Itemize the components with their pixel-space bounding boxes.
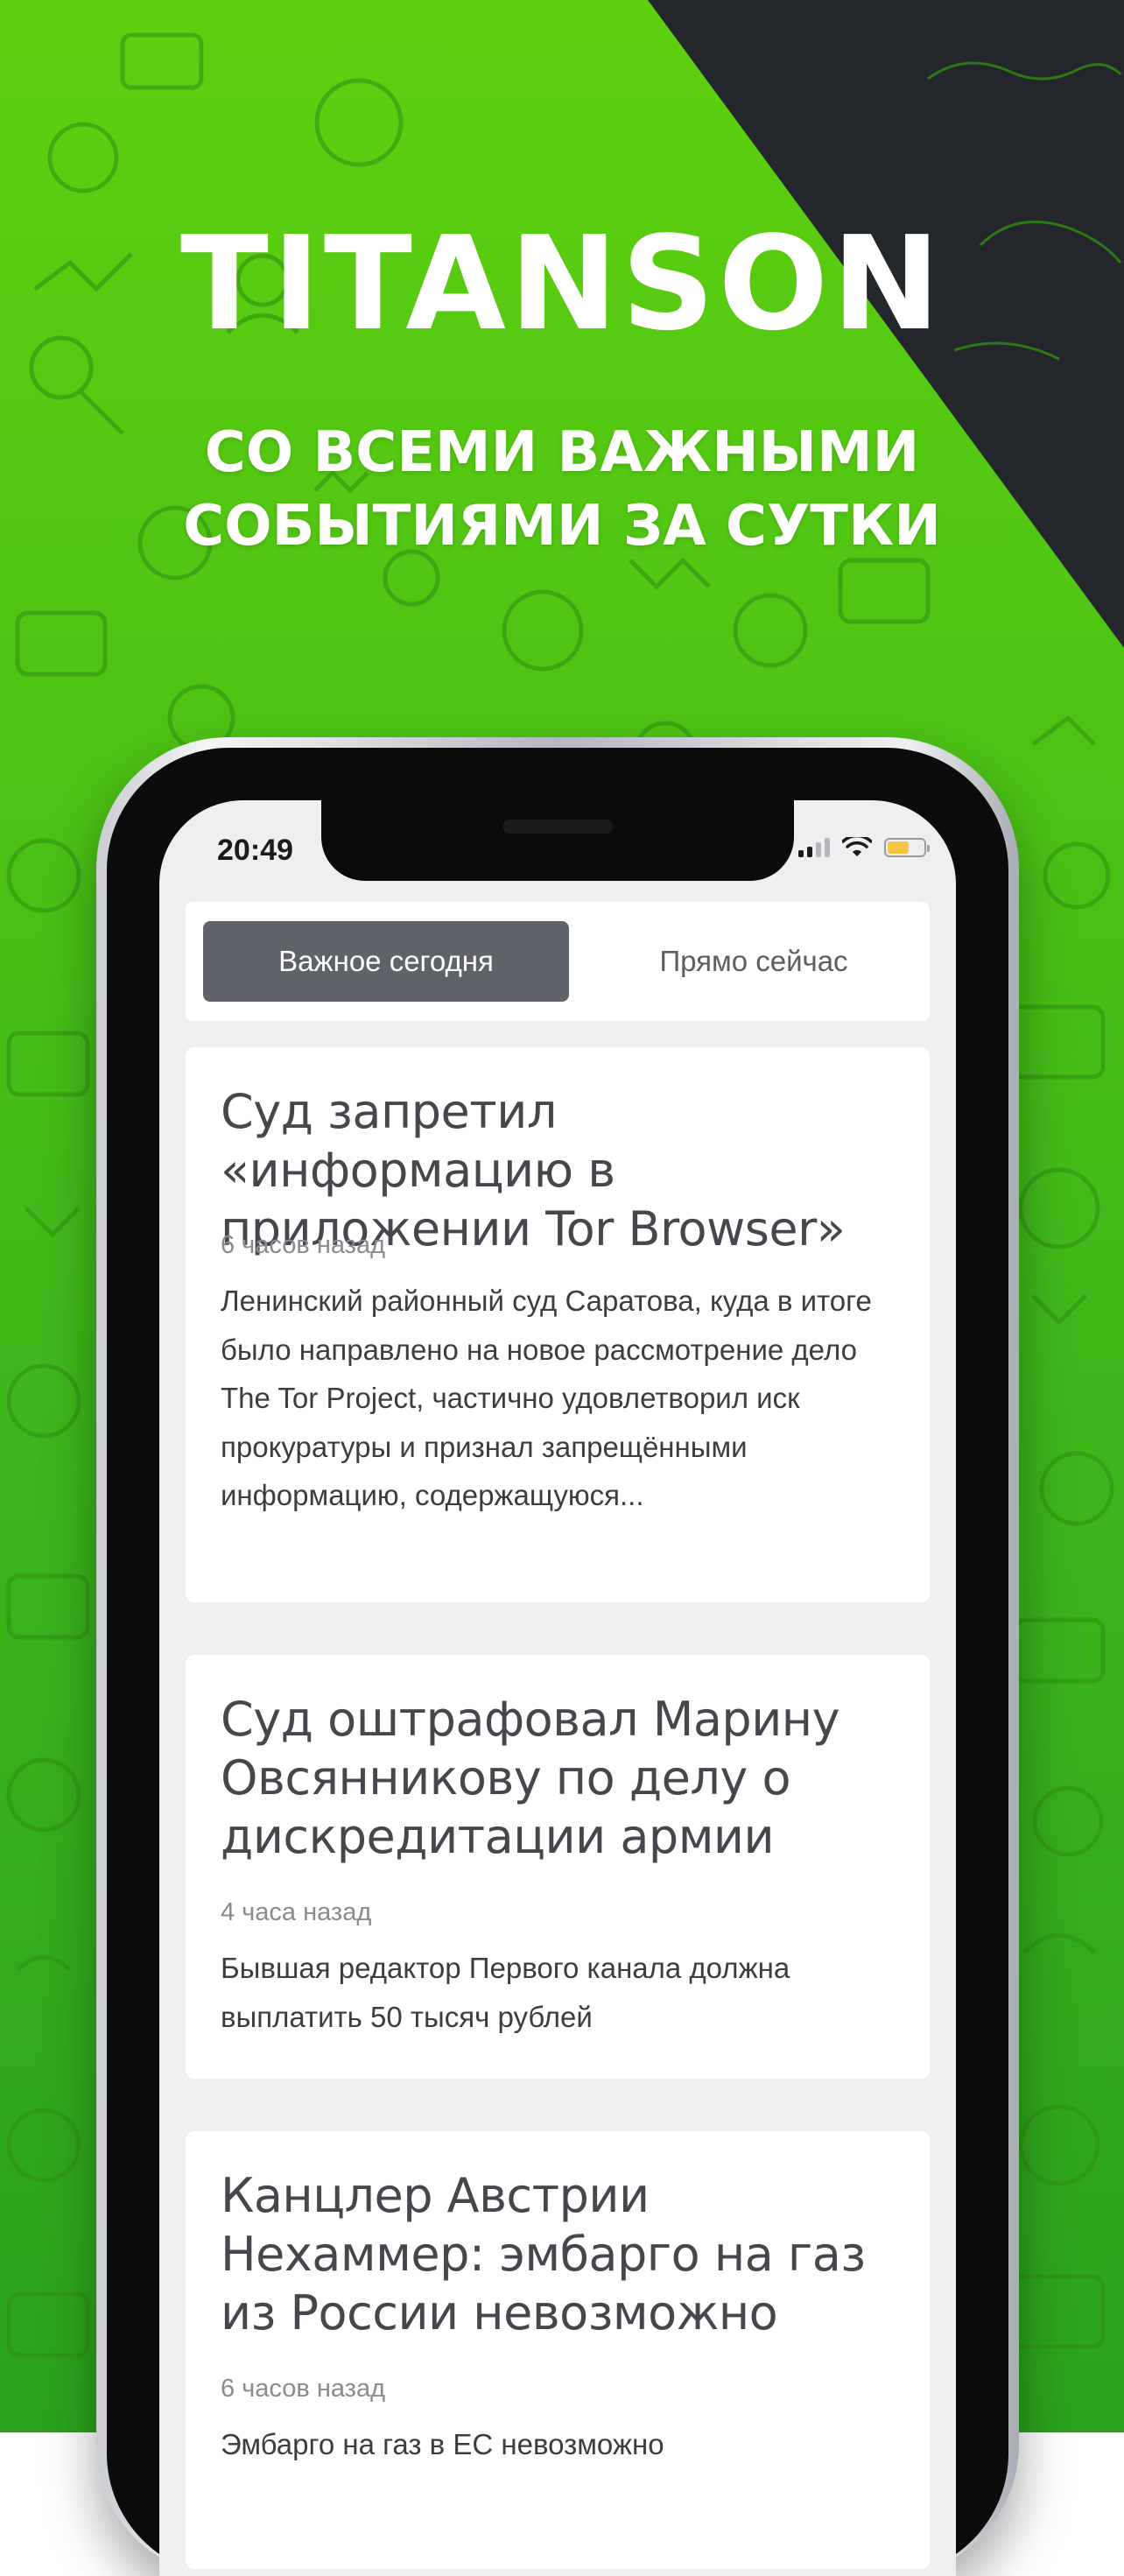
status-icons	[798, 837, 930, 858]
app-subtitle: СО ВСЕМИ ВАЖНЫМИ СОБЫТИЯМИ ЗА СУТКИ	[0, 416, 1124, 564]
news-excerpt: Бывшая редактор Первого канала должна вы…	[221, 1952, 790, 2033]
news-card[interactable]: Суд оштрафовал Марину Овсянникову по дел…	[186, 1655, 930, 2079]
notch	[321, 800, 794, 881]
news-time: 6 часов назад	[221, 2375, 386, 2403]
news-time: 4 часа назад	[221, 1898, 372, 1926]
signal-icon	[798, 838, 830, 857]
wifi-icon	[842, 837, 872, 856]
news-card[interactable]: Канцлер Австрии Нехаммер: эмбарго на газ…	[186, 2131, 930, 2569]
news-excerpt: Ленинский районный суд Саратова, куда в …	[221, 1284, 872, 1511]
battery-fill	[888, 841, 909, 854]
news-card[interactable]: Суд запретил «информацию в приложении To…	[186, 1047, 930, 1602]
battery-icon	[884, 838, 930, 857]
phone-frame: 20:49 Важное сегодня Прямо сейчас Суд за…	[96, 737, 1019, 2576]
speaker	[502, 820, 613, 834]
phone-screen: 20:49 Важное сегодня Прямо сейчас Суд за…	[159, 800, 956, 2576]
news-time: 6 часов назад	[221, 1231, 386, 1259]
subtitle-line-1: СО ВСЕМИ ВАЖНЫМИ	[204, 420, 920, 485]
phone-bezel: 20:49 Важное сегодня Прямо сейчас Суд за…	[107, 748, 1008, 2576]
news-title[interactable]: Суд оштрафовал Марину Овсянникову по дел…	[221, 1690, 895, 1866]
status-time: 20:49	[217, 834, 293, 867]
subtitle-line-2: СОБЫТИЯМИ ЗА СУТКИ	[183, 494, 941, 560]
news-title[interactable]: Канцлер Австрии Нехаммер: эмбарго на газ…	[221, 2166, 895, 2342]
news-excerpt: Эмбарго на газ в ЕС невозможно	[221, 2428, 664, 2460]
segmented-control: Важное сегодня Прямо сейчас	[186, 902, 930, 1021]
app-title: TITANSON	[179, 208, 945, 359]
tab-important-today[interactable]: Важное сегодня	[203, 921, 569, 1002]
tab-right-now[interactable]: Прямо сейчас	[571, 921, 937, 1002]
